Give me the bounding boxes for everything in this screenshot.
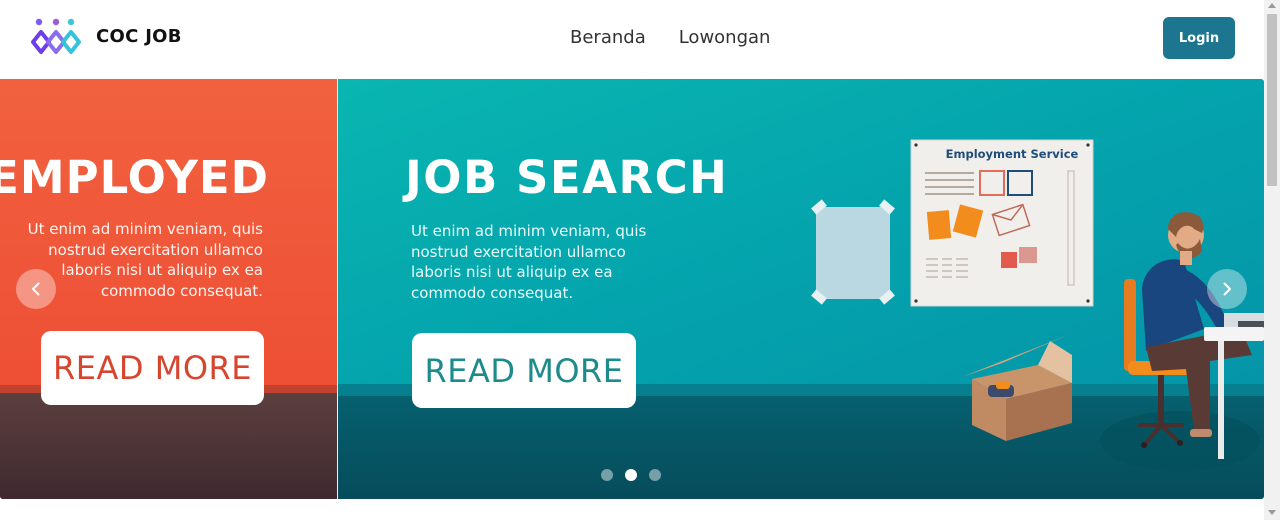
login-button[interactable]: Login [1163, 17, 1235, 59]
carousel-indicator-1[interactable] [601, 469, 613, 481]
read-more-button[interactable]: READ MORE [412, 333, 636, 408]
carousel-slide-job-search: Employment Service JOB SEARCH Ut enim ad… [338, 79, 1264, 499]
slide-title: EMPLOYED [0, 151, 269, 204]
employment-board: Employment Service [910, 139, 1094, 307]
scroll-up-arrow-icon[interactable] [1268, 3, 1276, 8]
nav-link-lowongan[interactable]: Lowongan [679, 27, 771, 48]
chevron-left-icon [32, 282, 40, 296]
people-links-logo-icon [31, 18, 81, 54]
navbar: COC JOB Beranda Lowongan Login [0, 0, 1264, 78]
chevron-right-icon [1223, 282, 1231, 296]
brand-name: COC JOB [96, 25, 182, 47]
cardboard-box [962, 335, 1072, 441]
taped-paper [811, 199, 895, 305]
scroll-thumb[interactable] [1267, 14, 1277, 186]
board-title: Employment Service [946, 147, 1079, 161]
carousel-next-button[interactable] [1207, 269, 1247, 309]
slide-text: Ut enim ad minim veniam, quis nostrud ex… [411, 222, 647, 302]
hero-carousel: EMPLOYED Ut enim ad minim veniam, quis n… [0, 79, 1264, 499]
slide-title: JOB SEARCH [405, 151, 729, 204]
carousel-indicator-3[interactable] [649, 469, 661, 481]
nav-links: Beranda Lowongan [570, 27, 770, 48]
carousel-indicator-2[interactable] [625, 469, 637, 481]
carousel-prev-button[interactable] [16, 269, 56, 309]
floor [0, 393, 337, 499]
brand[interactable]: COC JOB [30, 16, 182, 56]
carousel-indicators [601, 469, 661, 481]
scroll-down-arrow-icon[interactable] [1268, 510, 1276, 515]
read-more-button[interactable]: READ MORE [41, 331, 264, 405]
page-scrollbar[interactable] [1264, 0, 1280, 520]
nav-link-beranda[interactable]: Beranda [570, 27, 646, 48]
